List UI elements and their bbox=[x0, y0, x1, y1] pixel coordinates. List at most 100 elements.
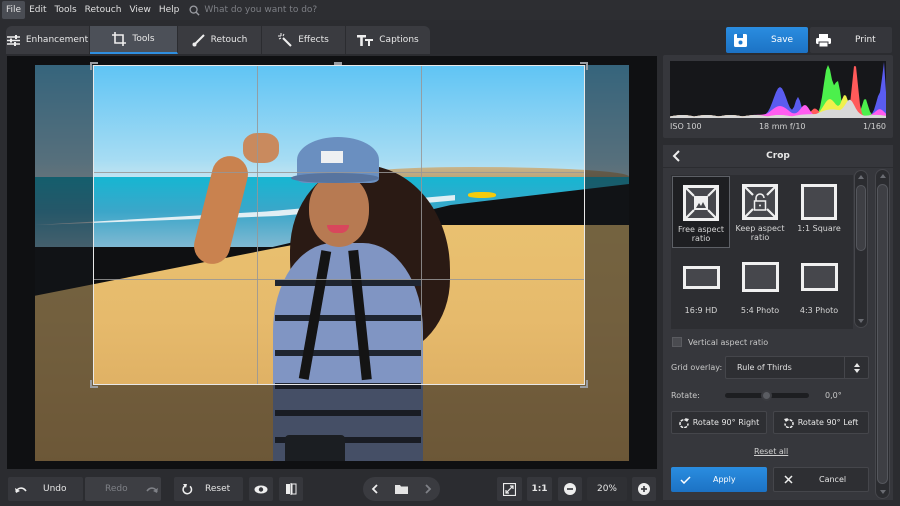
rotate-left-label: Rotate 90° Left bbox=[797, 418, 859, 427]
preset-5-4-photo[interactable]: 5:4 Photo bbox=[731, 252, 789, 324]
chevron-right-icon[interactable] bbox=[425, 484, 432, 494]
scroll-up-icon[interactable] bbox=[858, 175, 864, 179]
exif-info: ISO 100 18 mm f/10 1/160 bbox=[670, 122, 886, 131]
redo-icon bbox=[145, 486, 158, 493]
tab-bar: Enhancement Tools Retouch Effects Captio… bbox=[6, 26, 430, 54]
tab-retouch[interactable]: Retouch bbox=[178, 26, 262, 54]
reset-all-link[interactable]: Reset all bbox=[754, 447, 788, 456]
tab-label: Effects bbox=[298, 35, 329, 45]
crop-shade-bottom bbox=[93, 385, 585, 461]
zoom-level-field[interactable]: 20% bbox=[587, 477, 627, 501]
tab-tools[interactable]: Tools bbox=[90, 26, 178, 54]
minus-circle-icon bbox=[564, 483, 576, 495]
preset-label: 1:1 Square bbox=[797, 224, 841, 233]
preset-keep-aspect[interactable]: Keep aspect ratio bbox=[731, 176, 789, 248]
rotate-label: Rotate: bbox=[671, 391, 700, 400]
floppy-disk-icon bbox=[734, 33, 747, 47]
panel-scroll-thumb[interactable] bbox=[877, 184, 888, 484]
reset-label: Reset bbox=[205, 484, 231, 494]
rotate-left-icon bbox=[783, 417, 794, 428]
menu-bar: File Edit Tools Retouch View Help What d… bbox=[0, 0, 900, 20]
rotate-right-icon bbox=[679, 417, 689, 428]
menu-file[interactable]: File bbox=[2, 1, 26, 19]
rotate-right-label: Rotate 90° Right bbox=[692, 418, 760, 427]
menu-help[interactable]: Help bbox=[155, 1, 184, 19]
panel-scrollbar[interactable] bbox=[875, 169, 890, 499]
crop-handle-top[interactable] bbox=[334, 62, 342, 65]
scroll-down-icon[interactable] bbox=[858, 319, 864, 323]
image-navigator bbox=[363, 477, 440, 501]
redo-button[interactable]: Redo bbox=[85, 477, 161, 501]
rotate-left-button[interactable]: Rotate 90° Left bbox=[773, 411, 869, 434]
search-box[interactable]: What do you want to do? bbox=[189, 4, 318, 16]
preset-4-3-photo[interactable]: 4:3 Photo bbox=[790, 252, 848, 324]
preset-scroll-thumb[interactable] bbox=[856, 185, 866, 251]
square-ratio-icon bbox=[801, 184, 837, 220]
crop-frame[interactable] bbox=[93, 65, 585, 385]
preset-1-1-square[interactable]: 1:1 Square bbox=[790, 176, 848, 248]
fit-screen-icon bbox=[503, 482, 516, 496]
crop-shade-right bbox=[585, 65, 629, 461]
fit-to-screen-button[interactable] bbox=[497, 477, 522, 501]
save-label: Save bbox=[771, 35, 794, 45]
grid-overlay-select[interactable]: Rule of Thirds bbox=[725, 356, 869, 379]
menu-view[interactable]: View bbox=[125, 1, 154, 19]
select-spinner[interactable] bbox=[844, 357, 868, 378]
rotate-slider-handle[interactable] bbox=[761, 390, 772, 401]
tab-effects[interactable]: Effects bbox=[262, 26, 346, 54]
apply-button[interactable]: Apply bbox=[671, 467, 767, 492]
crop-handle-bottom-left[interactable] bbox=[90, 380, 98, 388]
crop-handle-top-left[interactable] bbox=[90, 62, 98, 70]
print-button[interactable]: Print bbox=[810, 27, 892, 53]
menu-edit[interactable]: Edit bbox=[25, 1, 50, 19]
text-icon bbox=[357, 34, 374, 46]
rotate-value: 0,0° bbox=[825, 391, 842, 400]
menu-retouch[interactable]: Retouch bbox=[81, 1, 126, 19]
actual-size-button[interactable]: 1:1 bbox=[527, 477, 552, 501]
scroll-down-icon[interactable] bbox=[880, 490, 886, 494]
crop-handle-top-right[interactable] bbox=[580, 62, 588, 70]
chevron-left-icon[interactable] bbox=[371, 484, 378, 494]
preset-label: ratio bbox=[750, 233, 770, 242]
tab-label: Enhancement bbox=[25, 35, 89, 45]
save-button[interactable]: Save bbox=[726, 27, 808, 53]
vertical-aspect-checkbox[interactable] bbox=[672, 337, 682, 347]
preset-label: 5:4 Photo bbox=[740, 306, 780, 315]
tab-label: Captions bbox=[379, 35, 419, 45]
preset-16-9-hd[interactable]: 16:9 HD bbox=[672, 252, 730, 324]
undo-button[interactable]: Undo bbox=[8, 477, 83, 501]
compare-button[interactable] bbox=[279, 477, 303, 501]
scroll-up-icon[interactable] bbox=[880, 174, 886, 178]
zoom-in-button[interactable] bbox=[632, 477, 656, 501]
preset-free-aspect[interactable]: Free aspect ratio bbox=[672, 176, 730, 248]
crop-icon bbox=[112, 32, 127, 46]
iso-value: ISO 100 bbox=[670, 122, 702, 131]
actual-size-label: 1:1 bbox=[531, 484, 548, 494]
tab-enhancement[interactable]: Enhancement bbox=[6, 26, 90, 54]
crop-handle-bottom-right[interactable] bbox=[580, 380, 588, 388]
zoom-out-button[interactable] bbox=[558, 477, 582, 501]
reset-icon bbox=[182, 484, 193, 495]
redo-label: Redo bbox=[105, 484, 128, 494]
undo-label: Undo bbox=[43, 484, 67, 494]
crop-panel-header: Crop bbox=[663, 145, 893, 167]
preset-scrollbar[interactable] bbox=[854, 170, 868, 328]
folder-icon[interactable] bbox=[394, 484, 408, 494]
lens-value: 18 mm f/10 bbox=[758, 122, 806, 131]
reset-button[interactable]: Reset bbox=[174, 477, 243, 501]
back-arrow-icon[interactable] bbox=[672, 150, 680, 162]
cancel-button[interactable]: Cancel bbox=[773, 467, 869, 492]
grid-line-h2 bbox=[94, 279, 584, 280]
cancel-label: Cancel bbox=[819, 475, 847, 484]
wide-ratio-icon bbox=[682, 266, 720, 289]
five-four-ratio-icon bbox=[741, 262, 779, 292]
tab-captions[interactable]: Captions bbox=[346, 26, 430, 54]
preset-label: Keep aspect bbox=[735, 224, 785, 233]
magic-wand-icon bbox=[278, 33, 292, 47]
rotate-right-button[interactable]: Rotate 90° Right bbox=[671, 411, 767, 434]
search-placeholder: What do you want to do? bbox=[204, 5, 318, 15]
zoom-level-value: 20% bbox=[596, 484, 617, 494]
menu-tools[interactable]: Tools bbox=[51, 1, 81, 19]
preview-button[interactable] bbox=[249, 477, 273, 501]
preset-label: 16:9 HD bbox=[684, 306, 718, 315]
